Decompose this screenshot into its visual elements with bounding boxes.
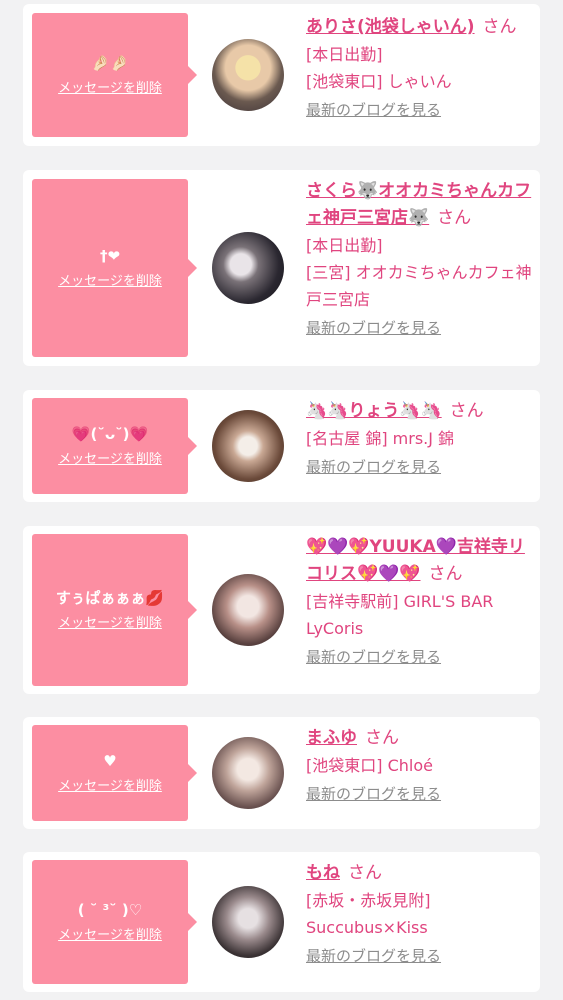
message-card: ( ˘ ³˘ )♡ メッセージを削除 もね さん [赤坂・赤坂見附] Succub… — [23, 852, 540, 992]
latest-blog-link[interactable]: 最新のブログを見る — [306, 456, 441, 478]
honorific: さん — [428, 564, 463, 584]
delete-message-link[interactable]: メッセージを削除 — [58, 928, 162, 944]
message-card: 🤌🏻🤌🏻 メッセージを削除 ありさ(池袋しゃいん) さん [本日出勤] [池袋東口… — [23, 4, 540, 146]
message-card: ♥ メッセージを削除 まふゆ さん [池袋東口] Chloé 最新のブログを見る — [23, 717, 540, 829]
delete-message-link[interactable]: メッセージを削除 — [58, 274, 162, 290]
delete-message-link[interactable]: メッセージを削除 — [58, 452, 162, 468]
message-bubble: すぅぱぁぁぁ💋 メッセージを削除 — [32, 534, 197, 686]
latest-blog-link[interactable]: 最新のブログを見る — [306, 783, 441, 805]
message-card: †❤ メッセージを削除 さくら🐺オオカミちゃんカフェ神戸三宮店🐺 さん [本日出勤… — [23, 170, 540, 366]
message-bubble: †❤ メッセージを削除 — [32, 179, 197, 357]
shop-info: [池袋東口] Chloé — [306, 756, 433, 775]
avatar[interactable] — [212, 737, 284, 809]
message-bubble: ♥ メッセージを削除 — [32, 725, 197, 821]
shop-info: [赤坂・赤坂見附] Succubus×Kiss — [306, 891, 431, 937]
message-text: ♥ — [103, 752, 117, 770]
avatar[interactable] — [212, 232, 284, 304]
latest-blog-link[interactable]: 最新のブログを見る — [306, 99, 441, 121]
honorific: さん — [365, 728, 399, 748]
message-text: 💗(˘ᴗ˘)💗 — [71, 425, 149, 443]
message-bubble: 💗(˘ᴗ˘)💗 メッセージを削除 — [32, 398, 197, 494]
honorific: さん — [482, 17, 517, 37]
message-text: 🤌🏻🤌🏻 — [91, 54, 129, 72]
shop-info: [三宮] オオカミちゃんカフェ神戸三宮店 — [306, 263, 532, 309]
honorific: さん — [348, 863, 382, 883]
work-status: [本日出勤] — [306, 45, 383, 64]
message-card: 💗(˘ᴗ˘)💗 メッセージを削除 🦄🦄りょう🦄🦄 さん [名古屋 錦] mrs.J… — [23, 390, 540, 502]
honorific: さん — [437, 208, 472, 228]
message-text: ( ˘ ³˘ )♡ — [77, 901, 143, 919]
shop-info: [名古屋 錦] mrs.J 錦 — [306, 429, 455, 448]
latest-blog-link[interactable]: 最新のブログを見る — [306, 945, 441, 967]
shop-info: [池袋東口] しゃいん — [306, 72, 452, 91]
cast-name-link[interactable]: もね — [306, 863, 340, 883]
delete-message-link[interactable]: メッセージを削除 — [58, 616, 162, 632]
avatar[interactable] — [212, 886, 284, 958]
avatar[interactable] — [212, 574, 284, 646]
delete-message-link[interactable]: メッセージを削除 — [58, 779, 162, 795]
cast-name-link[interactable]: 💖💜💖YUUKA💜吉祥寺リコリス💖💜💖 — [306, 537, 525, 584]
cast-name-link[interactable]: 🦄🦄りょう🦄🦄 — [306, 401, 442, 421]
latest-blog-link[interactable]: 最新のブログを見る — [306, 646, 441, 668]
message-text: †❤ — [99, 247, 121, 265]
cast-name-link[interactable]: ありさ(池袋しゃいん) — [306, 17, 475, 37]
avatar[interactable] — [212, 39, 284, 111]
cast-name-link[interactable]: さくら🐺オオカミちゃんカフェ神戸三宮店🐺 — [306, 181, 531, 228]
message-bubble: ( ˘ ³˘ )♡ メッセージを削除 — [32, 860, 197, 984]
honorific: さん — [449, 401, 484, 421]
work-status: [本日出勤] — [306, 236, 383, 255]
avatar[interactable] — [212, 410, 284, 482]
message-bubble: 🤌🏻🤌🏻 メッセージを削除 — [32, 13, 197, 137]
message-text: すぅぱぁぁぁ💋 — [55, 589, 165, 607]
latest-blog-link[interactable]: 最新のブログを見る — [306, 317, 441, 339]
delete-message-link[interactable]: メッセージを削除 — [58, 81, 162, 97]
message-card: すぅぱぁぁぁ💋 メッセージを削除 💖💜💖YUUKA💜吉祥寺リコリス💖💜💖 さん [… — [23, 526, 540, 694]
cast-name-link[interactable]: まふゆ — [306, 728, 357, 748]
shop-info: [吉祥寺駅前] GIRL'S BAR LyCoris — [306, 592, 494, 638]
